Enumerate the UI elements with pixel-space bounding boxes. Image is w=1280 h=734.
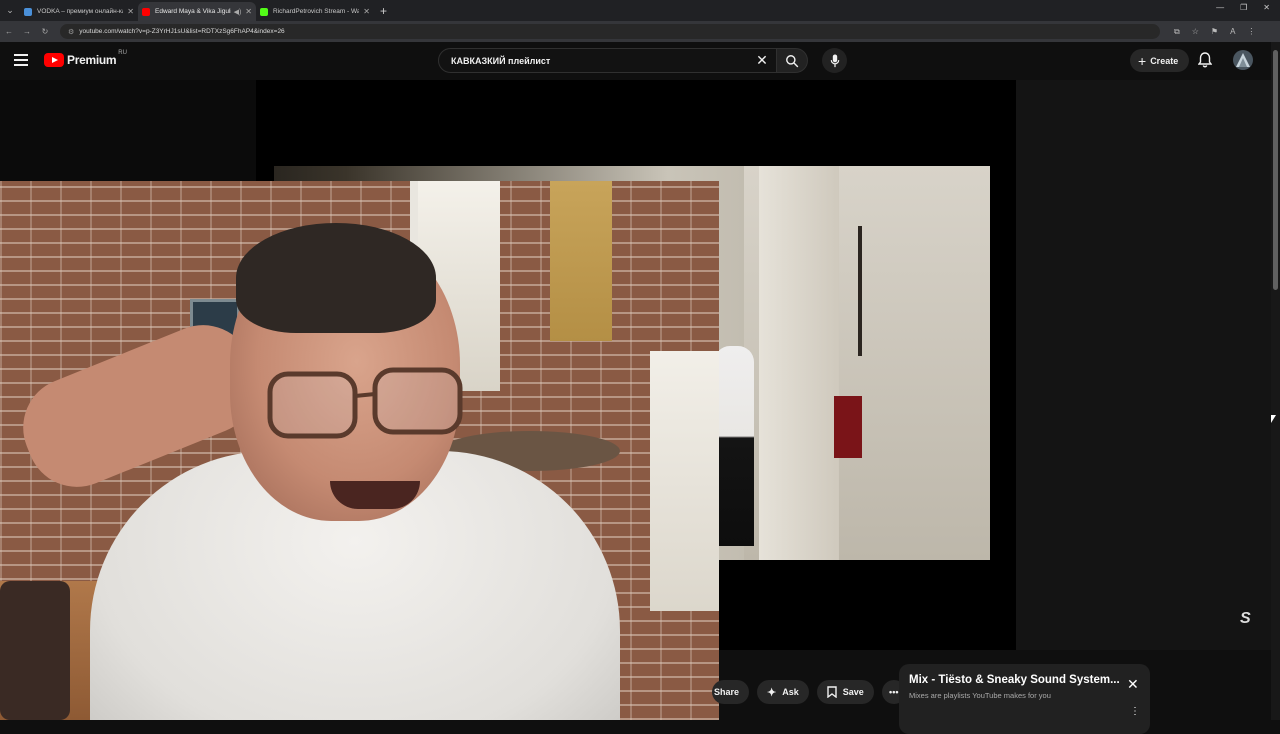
- bookmark-star-icon[interactable]: ☆: [1192, 27, 1199, 37]
- window-controls: — ❐ ✕: [1216, 3, 1270, 12]
- tab-label: RichardPetrovich Stream - Wat: [273, 8, 360, 15]
- address-icons: ⧉ ☆ ⚑ A ⋮: [1174, 27, 1255, 37]
- tab-close-icon[interactable]: ✕: [127, 7, 134, 16]
- tab-label: VODKA – премиум онлайн-ка: [37, 8, 124, 15]
- window-right: [650, 351, 719, 611]
- browser-tab-1[interactable]: VODKA – премиум онлайн-ка ✕: [20, 2, 138, 21]
- channel-watermark-icon[interactable]: S: [1240, 610, 1260, 630]
- kick-favicon-icon: [260, 7, 268, 16]
- youtube-favicon-icon: [142, 7, 150, 16]
- couch: [0, 581, 70, 720]
- brand-text: Premium: [67, 53, 117, 67]
- browser-menu-icon[interactable]: ⋮: [1247, 27, 1255, 37]
- scrollbar-thumb[interactable]: [1273, 50, 1278, 290]
- address-bar[interactable]: ⚙ youtube.com/watch?v=p-Z3YrHJ1sU&list=R…: [60, 24, 1160, 39]
- close-icon[interactable]: ✕: [1127, 676, 1139, 693]
- avatar-image-icon: [1236, 53, 1250, 67]
- avatar[interactable]: [1233, 50, 1253, 70]
- site-info-icon[interactable]: ⚙: [68, 28, 74, 36]
- more-horizontal-icon: •••: [889, 687, 899, 697]
- browser-tabbar: ⌄ VODKA – премиум онлайн-ка ✕ Edward May…: [0, 0, 1280, 21]
- save-label: Save: [842, 687, 864, 697]
- back-icon[interactable]: ←: [0, 27, 18, 36]
- tab-audio-icon[interactable]: ◀): [234, 8, 242, 16]
- page-scrollbar[interactable]: [1271, 42, 1280, 720]
- youtube-play-icon: [44, 53, 64, 67]
- browser-tab-2[interactable]: Edward Maya & Vika Jigulina ◀) ✕: [138, 2, 256, 21]
- bell-icon: [1197, 52, 1213, 68]
- tab-favicon-icon: [24, 7, 32, 16]
- right-dark-area: [1016, 80, 1271, 650]
- open-in-app-icon[interactable]: ⧉: [1174, 27, 1180, 37]
- microphone-icon: [830, 53, 839, 67]
- ask-button[interactable]: ✦ Ask: [757, 680, 809, 704]
- share-label: Share: [714, 687, 740, 697]
- wall-art: [550, 181, 612, 341]
- voice-search-button[interactable]: [822, 48, 847, 73]
- person-hair: [236, 223, 436, 333]
- video-door-edge: [858, 226, 862, 356]
- menu-icon[interactable]: [14, 54, 28, 66]
- bookmark-icon: [827, 686, 837, 698]
- reload-icon[interactable]: ↻: [36, 27, 54, 36]
- mix-title[interactable]: Mix - Tiësto & Sneaky Sound System...: [909, 674, 1119, 686]
- mouse-cursor-icon: [1271, 415, 1276, 423]
- browser-toolbar: ← → ↻ ⚙ youtube.com/watch?v=p-Z3YrHJ1sU&…: [0, 21, 1280, 42]
- video-actions: Share ✦ Ask Save •••: [712, 680, 906, 704]
- close-window-icon[interactable]: ✕: [1263, 3, 1270, 12]
- glasses: [267, 367, 463, 439]
- notifications-button[interactable]: [1197, 52, 1213, 73]
- search-icon: [786, 54, 799, 67]
- youtube-header: Premium RU КАВКАЗКИЙ плейлист ✕ + Create: [0, 42, 1280, 80]
- forward-icon[interactable]: →: [18, 27, 36, 36]
- mix-playlist-panel: Mix - Tiësto & Sneaky Sound System... Mi…: [899, 664, 1150, 734]
- create-button[interactable]: + Create: [1130, 49, 1190, 72]
- sparkle-icon: ✦: [767, 686, 777, 699]
- more-vertical-icon[interactable]: ⋮: [1130, 706, 1140, 717]
- tab-label: Edward Maya & Vika Jigulina: [155, 8, 231, 15]
- tab-close-icon[interactable]: ✕: [245, 7, 252, 16]
- plus-icon: +: [1138, 52, 1147, 69]
- ask-label: Ask: [782, 687, 799, 697]
- video-person: [714, 346, 754, 546]
- restore-icon[interactable]: ❐: [1240, 3, 1247, 12]
- search-button[interactable]: [776, 48, 808, 73]
- mix-subtitle: Mixes are playlists YouTube makes for yo…: [909, 691, 1051, 700]
- search-query: КАВКАЗКИЙ плейлист: [451, 55, 551, 66]
- profile-icon[interactable]: A: [1230, 27, 1235, 37]
- webcam-overlay: [0, 181, 719, 720]
- share-button[interactable]: Share: [712, 680, 750, 704]
- tab-close-icon[interactable]: ✕: [363, 7, 370, 16]
- person-mouth: [330, 481, 420, 509]
- tab-search-icon[interactable]: ⌄: [0, 0, 20, 21]
- url-text: youtube.com/watch?v=p-Z3YrHJ1sU&list=RDT…: [79, 28, 285, 35]
- minimize-icon[interactable]: —: [1216, 3, 1224, 12]
- region-code: RU: [118, 50, 127, 56]
- new-tab-button[interactable]: +: [380, 4, 387, 18]
- video-red-object: [834, 396, 862, 458]
- extension-icon[interactable]: ⚑: [1211, 27, 1218, 37]
- video-pillar: [759, 166, 839, 560]
- search-input[interactable]: КАВКАЗКИЙ плейлист ✕: [438, 48, 778, 73]
- create-label: Create: [1150, 55, 1179, 66]
- youtube-logo[interactable]: Premium RU: [44, 50, 127, 67]
- save-button[interactable]: Save: [816, 680, 874, 704]
- clear-search-icon[interactable]: ✕: [747, 52, 777, 69]
- browser-tab-3[interactable]: RichardPetrovich Stream - Wat ✕: [256, 2, 374, 21]
